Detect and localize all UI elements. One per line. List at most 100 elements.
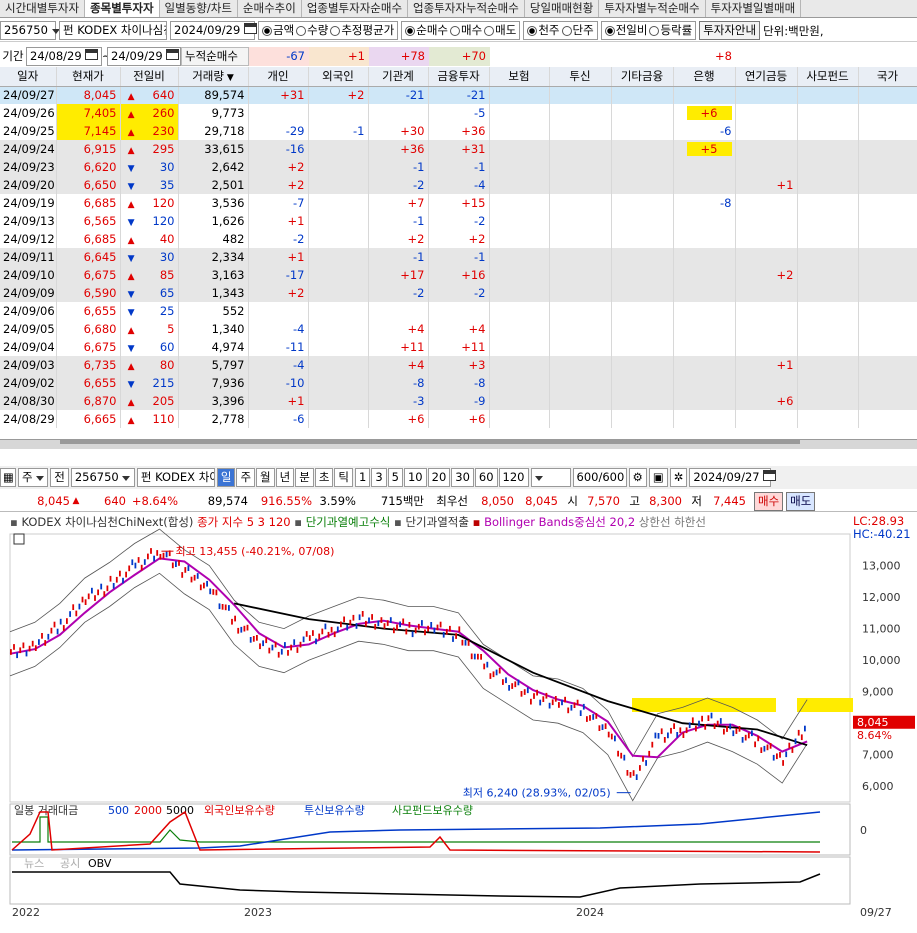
table-row[interactable]: 24/09/10 6,675 ▲ 85 3,163 -17 +17 +16 +2	[0, 266, 917, 284]
radio-icon[interactable]	[649, 25, 660, 36]
column-header[interactable]: 국가	[858, 67, 917, 87]
minute-button[interactable]: 5	[387, 468, 403, 487]
stock-name-box[interactable]: 펀 KODEX 차이나심천	[59, 21, 167, 40]
tab-3[interactable]: 순매수추이	[238, 0, 302, 17]
table-row[interactable]: 24/09/03 6,735 ▲ 80 5,797 -4 +4 +3 +1	[0, 356, 917, 374]
table-row[interactable]: 24/09/04 6,675 ▼ 60 4,974 -11 +11 +11	[0, 338, 917, 356]
sub1-legend-item[interactable]: 사모펀드보유수량	[392, 804, 473, 817]
minute-button[interactable]: 120	[498, 468, 529, 487]
radio-option[interactable]: 단주	[561, 22, 594, 39]
radio-option[interactable]: 매수	[450, 22, 482, 39]
sort-icon[interactable]: ▼	[224, 73, 234, 83]
radio-option[interactable]: 전일비	[604, 22, 647, 39]
radio-icon[interactable]	[527, 25, 538, 36]
tab-7[interactable]: 투자자별누적순매수	[599, 0, 706, 17]
table-row[interactable]: 24/09/24 6,915 ▲ 295 33,615 -16 +36 +31 +5	[0, 140, 917, 158]
table-row[interactable]: 24/09/27 8,045 ▲ 640 89,574 +31 +2 -21 -21	[0, 86, 917, 104]
sub1-legend-item[interactable]: 2000	[134, 804, 162, 817]
period-button[interactable]: 주	[236, 468, 256, 487]
radio-option[interactable]: 순매수	[405, 22, 448, 39]
radio-option[interactable]: 천주	[527, 22, 560, 39]
tab-4[interactable]: 업종별투자자순매수	[302, 0, 409, 17]
tab-6[interactable]: 당일매매현황	[525, 0, 600, 17]
column-header[interactable]: 보험	[489, 67, 550, 87]
column-header[interactable]: 금융투자	[428, 67, 490, 87]
chevron-down-icon[interactable]	[534, 476, 543, 481]
date-input[interactable]: 2024/09/29	[170, 21, 257, 40]
settings-icon[interactable]: ✲	[669, 468, 688, 487]
horizontal-scrollbar[interactable]	[60, 440, 800, 444]
column-header[interactable]: 사모펀드	[797, 67, 859, 87]
radio-option[interactable]: 추정평균가	[330, 22, 394, 39]
table-row[interactable]: 24/09/26 7,405 ▲ 260 9,773 -5 +6	[0, 104, 917, 122]
tool-icon[interactable]: ⚙	[628, 468, 647, 487]
grid-icon[interactable]: ▦	[0, 468, 16, 487]
column-header[interactable]: 투신	[549, 67, 612, 87]
column-header[interactable]: 개인	[248, 67, 309, 87]
radio-icon[interactable]	[405, 25, 416, 36]
period-button[interactable]: 초	[314, 468, 334, 487]
price-chart[interactable]: 13,00012,00011,00010,0009,0008,0007,0006…	[0, 512, 917, 933]
chart-name[interactable]: 펀 KODEX 차이	[136, 468, 215, 487]
calendar-icon[interactable]	[166, 48, 180, 60]
table-row[interactable]: 24/09/20 6,650 ▼ 35 2,501 +2 -2 -4 +1	[0, 176, 917, 194]
column-header[interactable]: 전일비	[120, 67, 179, 87]
table-row[interactable]: 24/09/25 7,145 ▲ 230 29,718 -29 -1 +30 +36 -6	[0, 122, 917, 140]
period-button[interactable]: 틱	[334, 468, 353, 487]
period-to-input[interactable]: 24/09/29	[107, 46, 181, 66]
table-row[interactable]: 24/09/09 6,590 ▼ 65 1,343 +2 -2 -2	[0, 284, 917, 302]
period-button[interactable]: 분	[295, 468, 314, 487]
radio-icon[interactable]	[296, 25, 307, 36]
column-header[interactable]: 거래량 ▼	[178, 67, 249, 87]
investor-guide-button[interactable]: 투자자안내	[699, 21, 761, 40]
minute-button[interactable]: 30	[451, 468, 474, 487]
radio-option[interactable]: 수량	[296, 22, 328, 39]
table-row[interactable]: 24/09/19 6,685 ▲ 120 3,536 -7 +7 +15 -8	[0, 194, 917, 212]
table-row[interactable]: 24/09/12 6,685 ▲ 40 482 -2 +2 +2	[0, 230, 917, 248]
interval-select[interactable]	[530, 468, 571, 487]
chevron-down-icon[interactable]	[122, 476, 131, 481]
sub1-legend-item[interactable]: 투신보유수량	[304, 804, 365, 817]
sub1-legend-item[interactable]: 500	[108, 804, 129, 817]
tab-1[interactable]: 종목별투자자	[85, 0, 160, 17]
sub1-legend-item[interactable]: 외국인보유수량	[204, 804, 275, 817]
chevron-down-icon[interactable]	[36, 476, 45, 481]
column-header[interactable]: 외국인	[308, 67, 369, 87]
buy-button[interactable]: 매수	[754, 491, 784, 511]
column-header[interactable]: 기관계	[368, 67, 429, 87]
sub2-legend-item[interactable]: OBV	[88, 857, 112, 870]
radio-icon[interactable]	[484, 25, 495, 36]
radio-option[interactable]: 등락률	[649, 22, 692, 39]
table-row[interactable]: 24/09/05 6,680 ▲ 5 1,340 -4 +4 +4	[0, 320, 917, 338]
period-from-input[interactable]: 24/08/29	[26, 46, 102, 66]
minute-button[interactable]: 1	[355, 468, 371, 487]
radio-option[interactable]: 매도	[484, 22, 516, 39]
radio-icon[interactable]	[450, 25, 460, 36]
column-header[interactable]: 일자	[0, 67, 57, 87]
table-row[interactable]: 24/09/02 6,655 ▼ 215 7,936 -10 -8 -8	[0, 374, 917, 392]
chart-code-input[interactable]: 256750	[70, 468, 135, 487]
radio-icon[interactable]	[561, 25, 572, 36]
table-row[interactable]: 24/08/29 6,665 ▲ 110 2,778 -6 +6 +6	[0, 410, 917, 428]
count-input[interactable]: 600/600	[572, 468, 627, 487]
code-input[interactable]: 256750	[0, 21, 60, 40]
table-row[interactable]: 24/08/30 6,870 ▲ 205 3,396 +1 -3 -9 +6	[0, 392, 917, 410]
tab-2[interactable]: 일별동향/차트	[160, 0, 238, 17]
minute-button[interactable]: 3	[371, 468, 387, 487]
chart-date-input[interactable]: 2024/09/27	[689, 468, 777, 487]
table-row[interactable]: 24/09/06 6,655 ▼ 25 552	[0, 302, 917, 320]
table-row[interactable]: 24/09/13 6,565 ▼ 120 1,626 +1 -1 -2	[0, 212, 917, 230]
sub2-legend-item[interactable]: 뉴스	[24, 857, 44, 870]
sub2-legend-item[interactable]: 공시	[60, 857, 80, 870]
radio-icon[interactable]	[330, 25, 341, 36]
tab-5[interactable]: 업종투자자누적순매수	[408, 0, 525, 17]
prefix-select[interactable]: 주	[18, 468, 49, 487]
sell-button[interactable]: 매도	[786, 491, 816, 511]
column-header[interactable]: 은행	[673, 67, 736, 87]
radio-icon[interactable]	[604, 25, 615, 36]
period-button[interactable]: 년	[275, 468, 295, 487]
prev-button[interactable]: 전	[50, 468, 69, 487]
radio-icon[interactable]	[262, 25, 272, 36]
minute-button[interactable]: 60	[474, 468, 498, 487]
minute-button[interactable]: 20	[427, 468, 451, 487]
